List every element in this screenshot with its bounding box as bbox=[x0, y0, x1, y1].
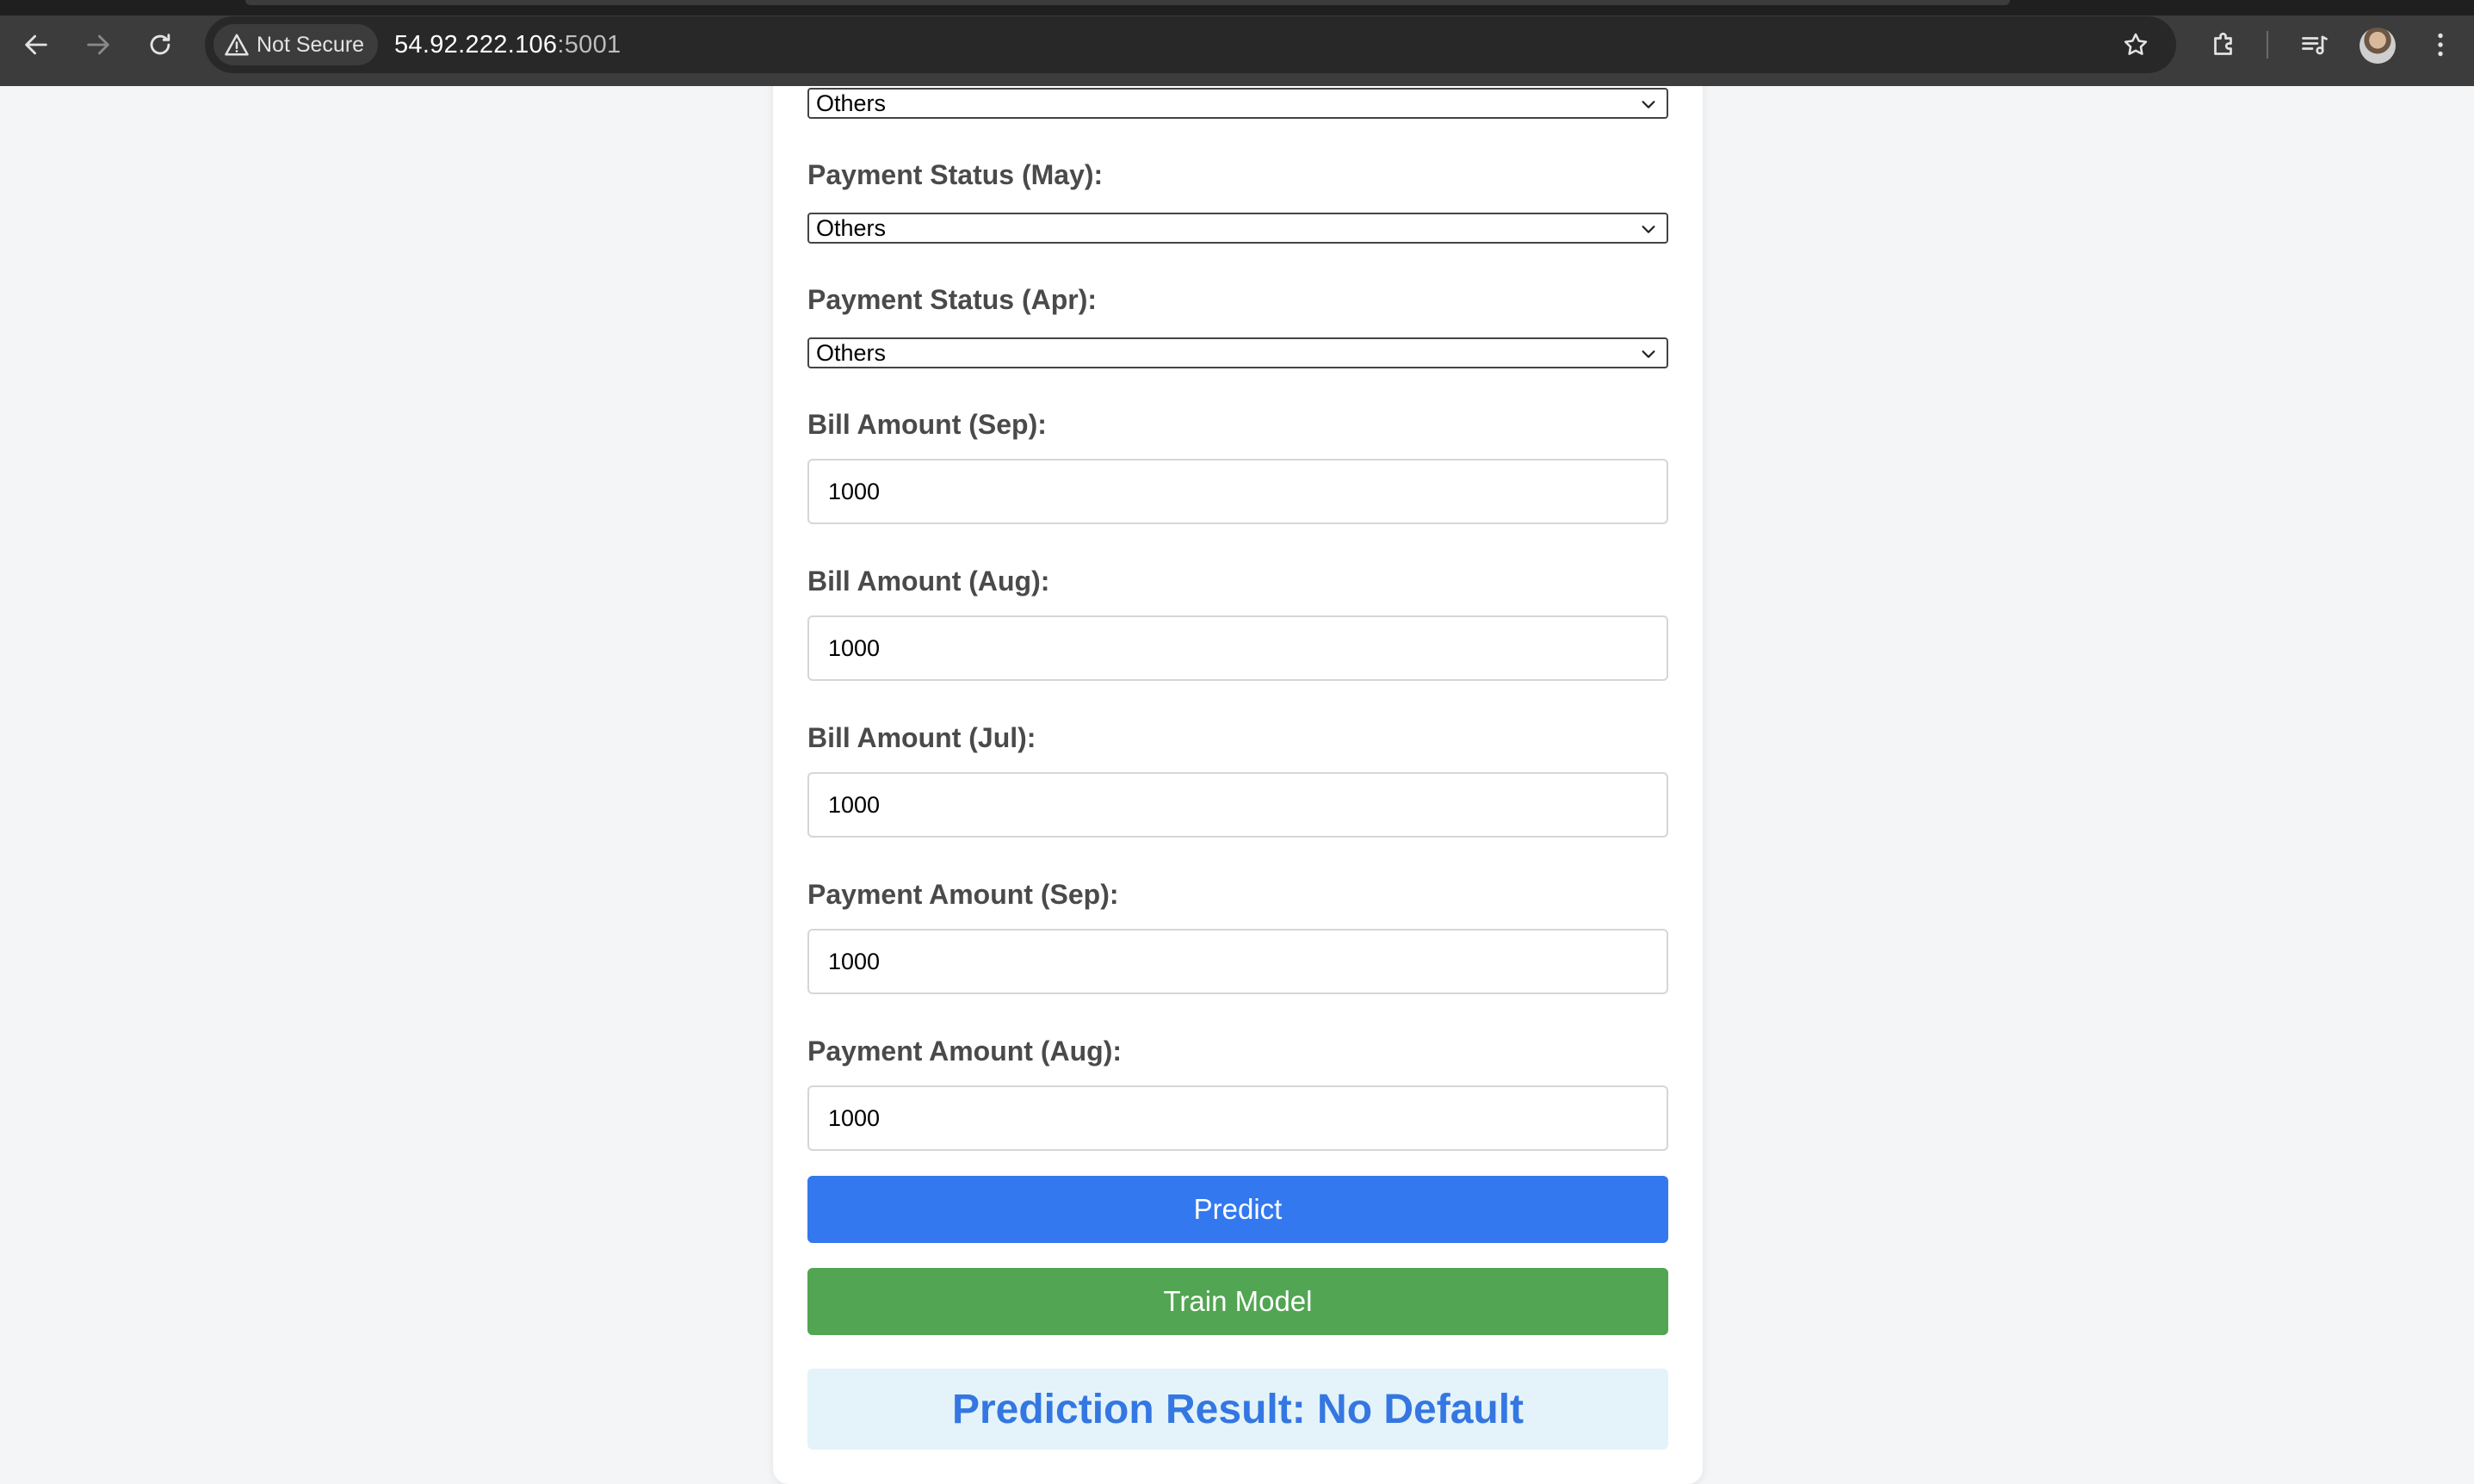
browser-menu-button[interactable] bbox=[2421, 26, 2459, 64]
page-viewport: Others Payment Status (May): Others Paym… bbox=[0, 86, 2474, 1484]
url-port: :5001 bbox=[557, 30, 622, 59]
bill-amount-jul-input[interactable]: 1000 bbox=[807, 772, 1668, 838]
warning-triangle-icon bbox=[225, 34, 249, 56]
address-bar[interactable]: Not Secure 54.92.222.106:5001 bbox=[205, 16, 2176, 73]
payment-amount-aug-label: Payment Amount (Aug): bbox=[807, 1036, 1123, 1067]
predict-button[interactable]: Predict bbox=[807, 1176, 1668, 1243]
prediction-result: Prediction Result: No Default bbox=[807, 1369, 1668, 1450]
arrow-right-icon bbox=[87, 34, 109, 55]
payment-amount-aug-input[interactable]: 1000 bbox=[807, 1085, 1668, 1151]
browser-toolbar: Not Secure 54.92.222.106:5001 bbox=[0, 0, 2474, 86]
bill-amount-sep-label: Bill Amount (Sep): bbox=[807, 409, 1047, 440]
security-indicator[interactable]: Not Secure bbox=[213, 24, 379, 65]
puzzle-icon bbox=[2214, 32, 2232, 55]
forward-button[interactable] bbox=[79, 26, 117, 64]
payment-amount-sep-label: Payment Amount (Sep): bbox=[807, 879, 1119, 910]
bookmark-button[interactable] bbox=[2118, 27, 2154, 63]
active-tab-edge[interactable] bbox=[245, 0, 2010, 5]
url-text[interactable]: 54.92.222.106:5001 bbox=[394, 16, 621, 73]
payment-status-may-label: Payment Status (May): bbox=[807, 159, 1104, 190]
prediction-result-text: Prediction Result: No Default bbox=[951, 1386, 1525, 1432]
kebab-menu-icon bbox=[2438, 33, 2443, 57]
payment-amount-sep-input[interactable]: 1000 bbox=[807, 929, 1668, 994]
media-queue-icon bbox=[2302, 35, 2328, 55]
bill-amount-sep-input[interactable]: 1000 bbox=[807, 459, 1668, 524]
url-host: 54.92.222.106 bbox=[394, 30, 558, 59]
bill-amount-jul-label: Bill Amount (Jul): bbox=[807, 722, 1036, 753]
star-icon bbox=[2124, 33, 2148, 55]
media-control-button[interactable] bbox=[2296, 26, 2334, 64]
extensions-button[interactable] bbox=[2205, 26, 2243, 64]
security-label: Not Secure bbox=[257, 32, 365, 57]
chevron-down-icon bbox=[1642, 226, 1655, 233]
select-value: Others bbox=[816, 214, 887, 241]
select-value: Others bbox=[816, 339, 887, 366]
prediction-form-card: Others Payment Status (May): Others Paym… bbox=[773, 86, 1703, 1484]
payment-status-may-select[interactable]: Others bbox=[807, 213, 1668, 244]
train-model-button[interactable]: Train Model bbox=[807, 1268, 1668, 1335]
reload-icon bbox=[150, 34, 170, 55]
payment-status-apr-select[interactable]: Others bbox=[807, 337, 1668, 368]
payment-status-select-top[interactable]: Others bbox=[807, 88, 1668, 119]
toolbar-separator bbox=[2267, 31, 2268, 59]
chevron-down-icon bbox=[1642, 101, 1655, 108]
arrow-left-icon bbox=[25, 34, 47, 55]
bill-amount-aug-label: Bill Amount (Aug): bbox=[807, 566, 1050, 597]
profile-avatar[interactable] bbox=[2360, 28, 2396, 64]
select-value: Others bbox=[816, 90, 887, 116]
back-button[interactable] bbox=[17, 26, 55, 64]
tab-strip bbox=[0, 0, 2474, 15]
chevron-down-icon bbox=[1642, 350, 1655, 358]
reload-button[interactable] bbox=[141, 26, 179, 64]
payment-status-apr-label: Payment Status (Apr): bbox=[807, 284, 1098, 315]
bill-amount-aug-input[interactable]: 1000 bbox=[807, 615, 1668, 681]
